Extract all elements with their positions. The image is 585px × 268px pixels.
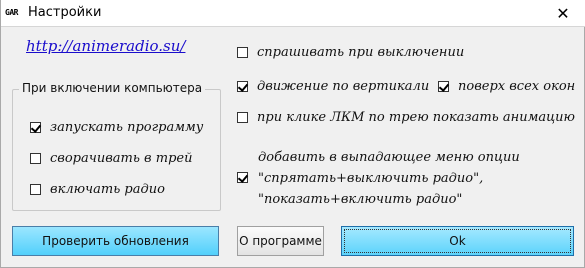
checkbox-label: запускать программу <box>50 120 204 135</box>
check-updates-button[interactable]: Проверить обновления <box>12 226 219 256</box>
checkbox-label: включать радио <box>50 182 165 197</box>
close-button[interactable]: ✕ <box>540 0 585 26</box>
checkbox-label: движение по вертикали <box>257 79 430 94</box>
window-title: Настройки <box>28 5 102 20</box>
checkbox-ask-on-exit[interactable]: спрашивать при выключении <box>237 45 464 60</box>
close-icon: ✕ <box>556 3 570 23</box>
checkbox-box[interactable] <box>438 81 449 92</box>
checkbox-enable-radio[interactable]: включать радио <box>30 182 165 197</box>
checkbox-box[interactable] <box>30 153 41 164</box>
startup-group-title: При включении компьютера <box>19 81 206 95</box>
checkbox-box[interactable] <box>30 184 41 195</box>
website-link[interactable]: http://animeradio.su/ <box>26 37 185 55</box>
about-button[interactable]: О программе <box>237 226 324 256</box>
checkbox-launch-program[interactable]: запускать программу <box>30 120 203 135</box>
checkbox-box[interactable] <box>30 122 41 133</box>
dropdown-options-label: добавить в выпадающее меню опции "спрята… <box>258 147 520 210</box>
checkbox-box[interactable] <box>237 81 248 92</box>
checkbox-tray-click-animation[interactable]: при клике ЛКМ по трею показать анимацию <box>237 110 575 125</box>
app-icon: GAR <box>5 8 18 17</box>
checkbox-vertical-move[interactable]: движение по вертикали <box>237 79 429 94</box>
checkbox-box[interactable] <box>237 112 248 123</box>
checkbox-label: поверх всех окон <box>458 79 576 94</box>
checkbox-minimize-to-tray[interactable]: сворачивать в трей <box>30 151 192 166</box>
checkbox-label: сворачивать в трей <box>50 151 193 166</box>
checkbox-box[interactable] <box>237 172 248 183</box>
checkbox-label: спрашивать при выключении <box>257 45 465 60</box>
ok-button[interactable]: Ok <box>341 226 574 256</box>
checkbox-dropdown-options[interactable] <box>237 172 248 183</box>
dropdown-options-line-1: добавить в выпадающее меню опции <box>258 150 520 165</box>
dropdown-options-line-3: "показать+включить радио" <box>258 192 463 207</box>
title-bar: GAR Настройки ✕ <box>1 0 585 27</box>
checkbox-always-on-top[interactable]: поверх всех окон <box>438 79 575 94</box>
settings-window: GAR Настройки ✕ http://animeradio.su/ Пр… <box>0 0 585 268</box>
checkbox-label: при клике ЛКМ по трею показать анимацию <box>257 110 575 125</box>
checkbox-box[interactable] <box>237 47 248 58</box>
dropdown-options-line-2: "спрятать+выключить радио", <box>258 171 484 186</box>
